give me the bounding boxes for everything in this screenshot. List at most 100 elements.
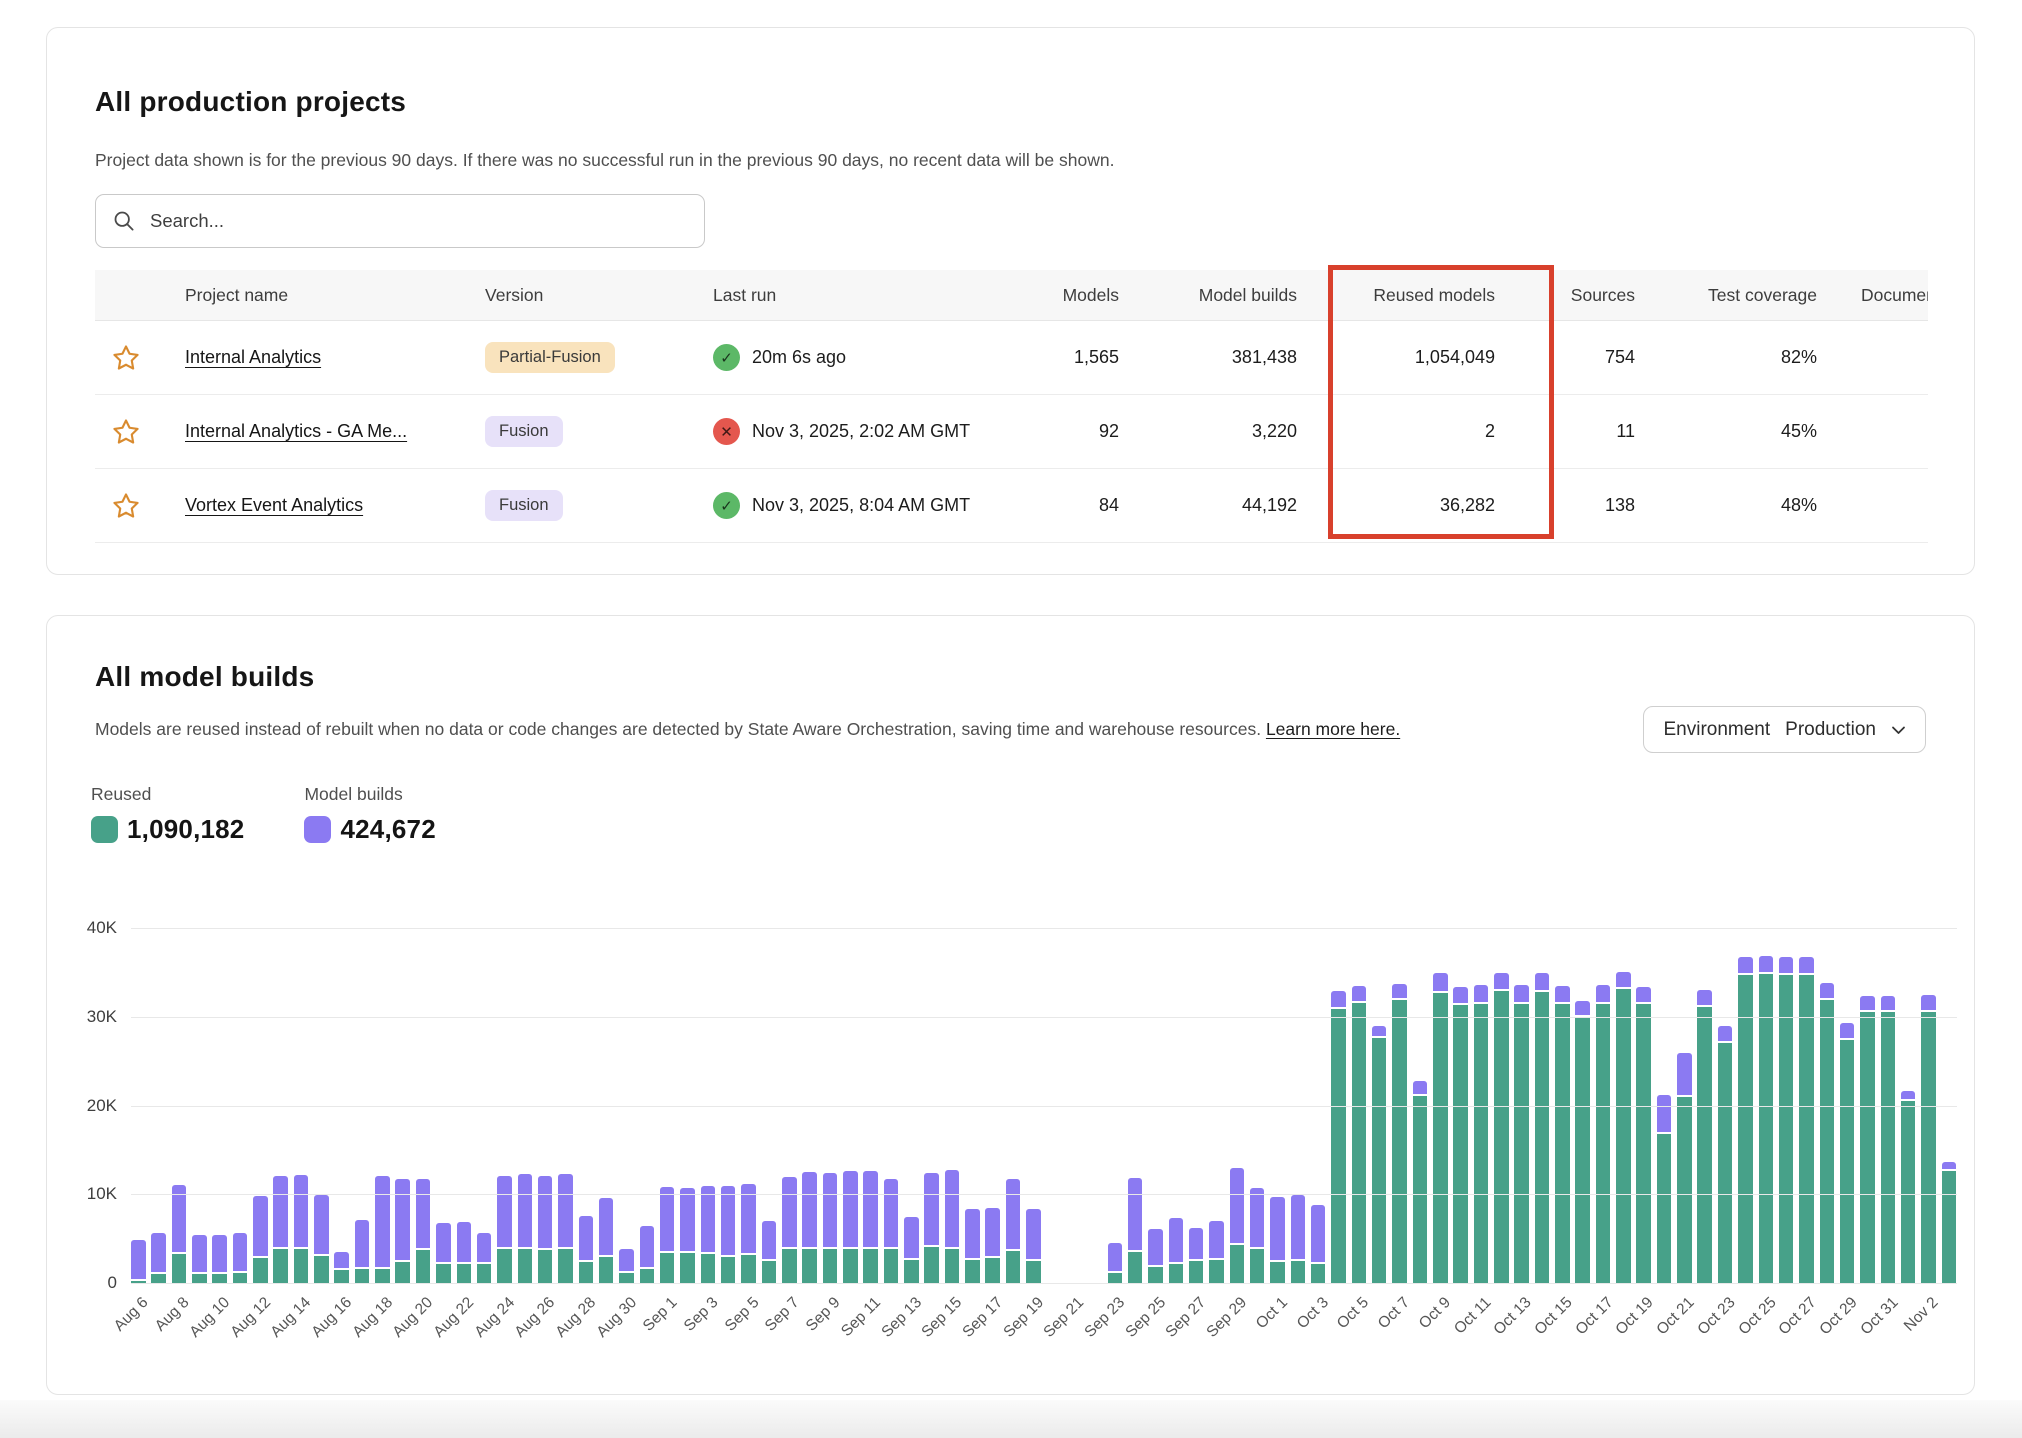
column-header-project-name[interactable]: Project name (157, 285, 457, 306)
model-builds-segment[interactable] (1738, 957, 1753, 975)
model-builds-segment[interactable] (884, 1179, 899, 1249)
reused-segment[interactable] (314, 1256, 329, 1284)
model-builds-segment[interactable] (1677, 1053, 1692, 1097)
model-builds-segment[interactable] (1311, 1205, 1326, 1264)
reused-segment[interactable] (965, 1260, 980, 1284)
reused-segment[interactable] (1230, 1245, 1245, 1284)
model-builds-segment[interactable] (1575, 1001, 1590, 1017)
reused-segment[interactable] (721, 1257, 736, 1285)
model-builds-segment[interactable] (660, 1187, 675, 1253)
model-builds-segment[interactable] (518, 1174, 533, 1249)
model-builds-segment[interactable] (212, 1235, 227, 1274)
model-builds-segment[interactable] (1372, 1026, 1387, 1038)
reused-segment[interactable] (355, 1269, 370, 1284)
model-builds-segment[interactable] (314, 1195, 329, 1255)
reused-segment[interactable] (1759, 974, 1774, 1284)
column-header-reused-models[interactable]: Reused models (1305, 285, 1503, 306)
model-builds-segment[interactable] (823, 1173, 838, 1249)
model-builds-segment[interactable] (1148, 1229, 1163, 1267)
column-header-sources[interactable]: Sources (1503, 285, 1643, 306)
reused-segment[interactable] (1596, 1004, 1611, 1284)
reused-segment[interactable] (1270, 1262, 1285, 1284)
reused-segment[interactable] (1677, 1097, 1692, 1284)
reused-segment[interactable] (1169, 1264, 1184, 1284)
reused-segment[interactable] (1616, 989, 1631, 1284)
model-builds-segment[interactable] (721, 1186, 736, 1257)
column-header-last-run[interactable]: Last run (685, 285, 975, 306)
model-builds-segment[interactable] (1128, 1178, 1143, 1252)
model-builds-segment[interactable] (802, 1172, 817, 1248)
reused-segment[interactable] (1514, 1004, 1529, 1284)
model-builds-segment[interactable] (1352, 986, 1367, 1003)
model-builds-segment[interactable] (1291, 1195, 1306, 1261)
model-builds-segment[interactable] (457, 1222, 472, 1264)
model-builds-segment[interactable] (375, 1176, 390, 1269)
reused-segment[interactable] (1840, 1040, 1855, 1284)
reused-segment[interactable] (1575, 1017, 1590, 1284)
model-builds-segment[interactable] (151, 1233, 166, 1275)
reused-segment[interactable] (1453, 1005, 1468, 1284)
reused-segment[interactable] (782, 1249, 797, 1285)
model-builds-segment[interactable] (497, 1176, 512, 1249)
model-builds-segment[interactable] (1514, 985, 1529, 1005)
reused-segment[interactable] (1799, 975, 1814, 1284)
reused-segment[interactable] (1311, 1264, 1326, 1284)
model-builds-segment[interactable] (945, 1170, 960, 1249)
column-header-models[interactable]: Models (975, 285, 1127, 306)
reused-segment[interactable] (1921, 1012, 1936, 1284)
reused-segment[interactable] (1697, 1007, 1712, 1284)
reused-segment[interactable] (558, 1249, 573, 1284)
reused-segment[interactable] (1555, 1004, 1570, 1284)
reused-segment[interactable] (1942, 1171, 1957, 1284)
model-builds-segment[interactable] (1555, 986, 1570, 1005)
model-builds-segment[interactable] (416, 1179, 431, 1250)
reused-segment[interactable] (294, 1249, 309, 1285)
model-builds-segment[interactable] (355, 1220, 370, 1269)
reused-segment[interactable] (1006, 1251, 1021, 1284)
model-builds-segment[interactable] (965, 1209, 980, 1260)
reused-segment[interactable] (802, 1249, 817, 1285)
model-builds-segment[interactable] (1108, 1243, 1123, 1273)
model-builds-segment[interactable] (843, 1171, 858, 1249)
model-builds-segment[interactable] (1840, 1023, 1855, 1040)
model-builds-segment[interactable] (1413, 1081, 1428, 1096)
reused-segment[interactable] (253, 1258, 268, 1284)
reused-segment[interactable] (1860, 1012, 1875, 1284)
reused-segment[interactable] (741, 1255, 756, 1284)
reused-segment[interactable] (1901, 1101, 1916, 1284)
reused-segment[interactable] (1026, 1261, 1041, 1284)
reused-segment[interactable] (1372, 1038, 1387, 1284)
reused-segment[interactable] (762, 1261, 777, 1284)
model-builds-segment[interactable] (1494, 973, 1509, 991)
reused-segment[interactable] (904, 1260, 919, 1284)
reused-segment[interactable] (477, 1264, 492, 1284)
reused-segment[interactable] (843, 1249, 858, 1284)
reused-segment[interactable] (1433, 993, 1448, 1284)
model-builds-segment[interactable] (1230, 1168, 1245, 1245)
reused-segment[interactable] (1331, 1009, 1346, 1284)
model-builds-segment[interactable] (1942, 1162, 1957, 1172)
column-header-test-coverage[interactable]: Test coverage (1643, 285, 1825, 306)
reused-segment[interactable] (1779, 975, 1794, 1284)
model-builds-segment[interactable] (558, 1174, 573, 1249)
model-builds-segment[interactable] (1209, 1221, 1224, 1260)
model-builds-segment[interactable] (294, 1175, 309, 1249)
model-builds-segment[interactable] (1006, 1179, 1021, 1251)
favorite-star-icon[interactable] (95, 491, 157, 521)
favorite-star-icon[interactable] (95, 343, 157, 373)
model-builds-segment[interactable] (1759, 956, 1774, 975)
model-builds-segment[interactable] (273, 1176, 288, 1250)
model-builds-segment[interactable] (1860, 996, 1875, 1012)
column-header-version[interactable]: Version (457, 285, 685, 306)
project-name-link[interactable]: Vortex Event Analytics (185, 495, 363, 515)
model-builds-segment[interactable] (1250, 1188, 1265, 1248)
reused-segment[interactable] (599, 1257, 614, 1284)
model-builds-segment[interactable] (131, 1240, 146, 1282)
model-builds-segment[interactable] (1636, 987, 1651, 1004)
model-builds-segment[interactable] (192, 1235, 207, 1274)
reused-segment[interactable] (924, 1247, 939, 1284)
model-builds-segment[interactable] (436, 1223, 451, 1264)
reused-segment[interactable] (1881, 1012, 1896, 1284)
reused-segment[interactable] (1718, 1043, 1733, 1284)
model-builds-segment[interactable] (334, 1252, 349, 1270)
